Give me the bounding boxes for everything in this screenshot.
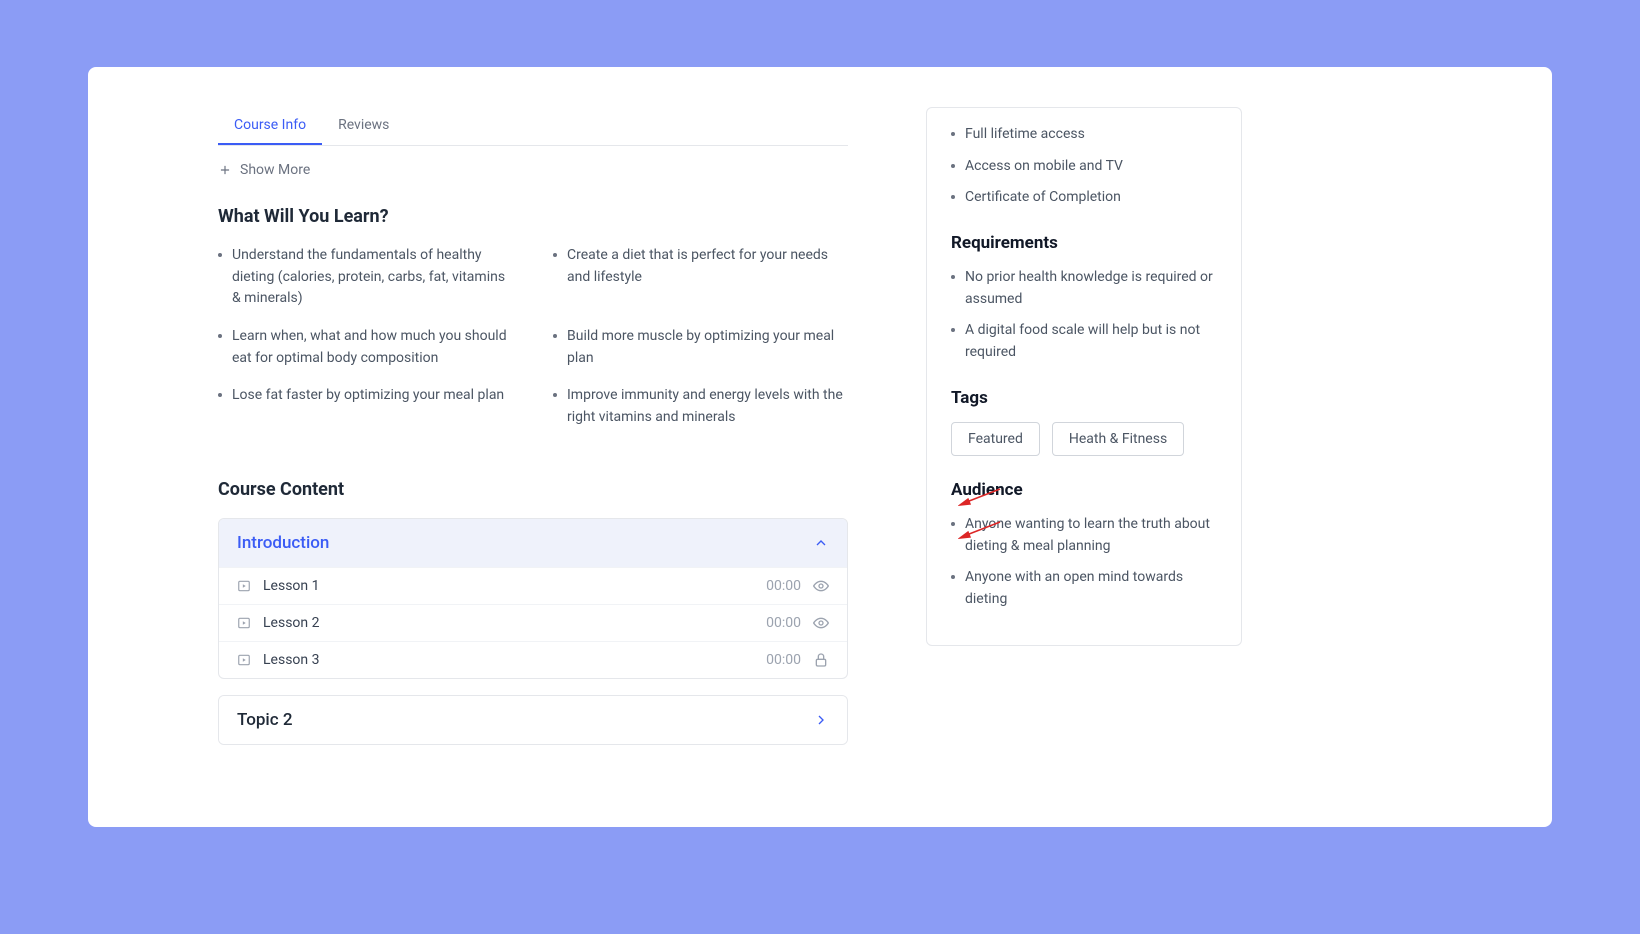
lesson-title: Lesson 1 xyxy=(263,578,766,594)
section-title-content: Course Content xyxy=(218,479,848,500)
learn-item: Learn when, what and how much you should… xyxy=(218,326,513,369)
learn-item: Create a diet that is perfect for your n… xyxy=(553,245,848,310)
audience-item: Anyone with an open mind towards dieting xyxy=(951,567,1217,610)
lesson-duration: 00:00 xyxy=(766,578,801,594)
annotation-arrow xyxy=(958,487,1003,507)
learn-item: Lose fat faster by optimizing your meal … xyxy=(218,385,513,428)
plus-icon xyxy=(218,163,232,177)
lesson-title: Lesson 2 xyxy=(263,615,766,631)
tabs-container: Course Info Reviews xyxy=(218,107,848,146)
tag-health-fitness[interactable]: Heath & Fitness xyxy=(1052,422,1184,456)
accordion-header-introduction[interactable]: Introduction xyxy=(219,519,847,567)
learn-grid: Understand the fundamentals of healthy d… xyxy=(218,245,848,439)
lesson-duration: 00:00 xyxy=(766,615,801,631)
tag-featured[interactable]: Featured xyxy=(951,422,1040,456)
accordion-header-topic2[interactable]: Topic 2 xyxy=(219,696,847,744)
tab-reviews[interactable]: Reviews xyxy=(322,107,405,145)
feature-item: Certificate of Completion xyxy=(951,187,1217,209)
requirement-item: No prior health knowledge is required or… xyxy=(951,267,1217,310)
chevron-right-icon xyxy=(813,712,829,728)
accordion-introduction: Introduction Lesson 1 00:00 Lesson 2 00:… xyxy=(218,518,848,679)
learn-item: Improve immunity and energy levels with … xyxy=(553,385,848,428)
feature-item: Full lifetime access xyxy=(951,124,1217,146)
lesson-duration: 00:00 xyxy=(766,652,801,668)
show-more-label: Show More xyxy=(240,162,310,178)
requirement-item: A digital food scale will help but is no… xyxy=(951,320,1217,363)
accordion-title: Topic 2 xyxy=(237,710,293,730)
accordion-title: Introduction xyxy=(237,533,329,553)
tab-course-info[interactable]: Course Info xyxy=(218,107,322,145)
lock-icon xyxy=(813,652,829,668)
show-more-button[interactable]: Show More xyxy=(218,162,848,178)
annotation-arrow xyxy=(958,520,1003,540)
play-icon xyxy=(237,579,251,593)
learn-item: Build more muscle by optimizing your mea… xyxy=(553,326,848,369)
eye-icon xyxy=(813,615,829,631)
lesson-row[interactable]: Lesson 1 00:00 xyxy=(219,567,847,604)
lesson-row[interactable]: Lesson 3 00:00 xyxy=(219,641,847,678)
learn-item: Understand the fundamentals of healthy d… xyxy=(218,245,513,310)
feature-item: Access on mobile and TV xyxy=(951,156,1217,178)
chevron-up-icon xyxy=(813,535,829,551)
eye-icon xyxy=(813,578,829,594)
lesson-title: Lesson 3 xyxy=(263,652,766,668)
play-icon xyxy=(237,653,251,667)
tag-row: Featured Heath & Fitness xyxy=(951,422,1217,456)
section-title-learn: What Will You Learn? xyxy=(218,206,848,227)
sidebar-panel: Full lifetime access Access on mobile an… xyxy=(926,107,1242,646)
accordion-topic2: Topic 2 xyxy=(218,695,848,745)
lesson-row[interactable]: Lesson 2 00:00 xyxy=(219,604,847,641)
play-icon xyxy=(237,616,251,630)
sidebar-title-requirements: Requirements xyxy=(951,233,1217,253)
sidebar-title-tags: Tags xyxy=(951,388,1217,408)
